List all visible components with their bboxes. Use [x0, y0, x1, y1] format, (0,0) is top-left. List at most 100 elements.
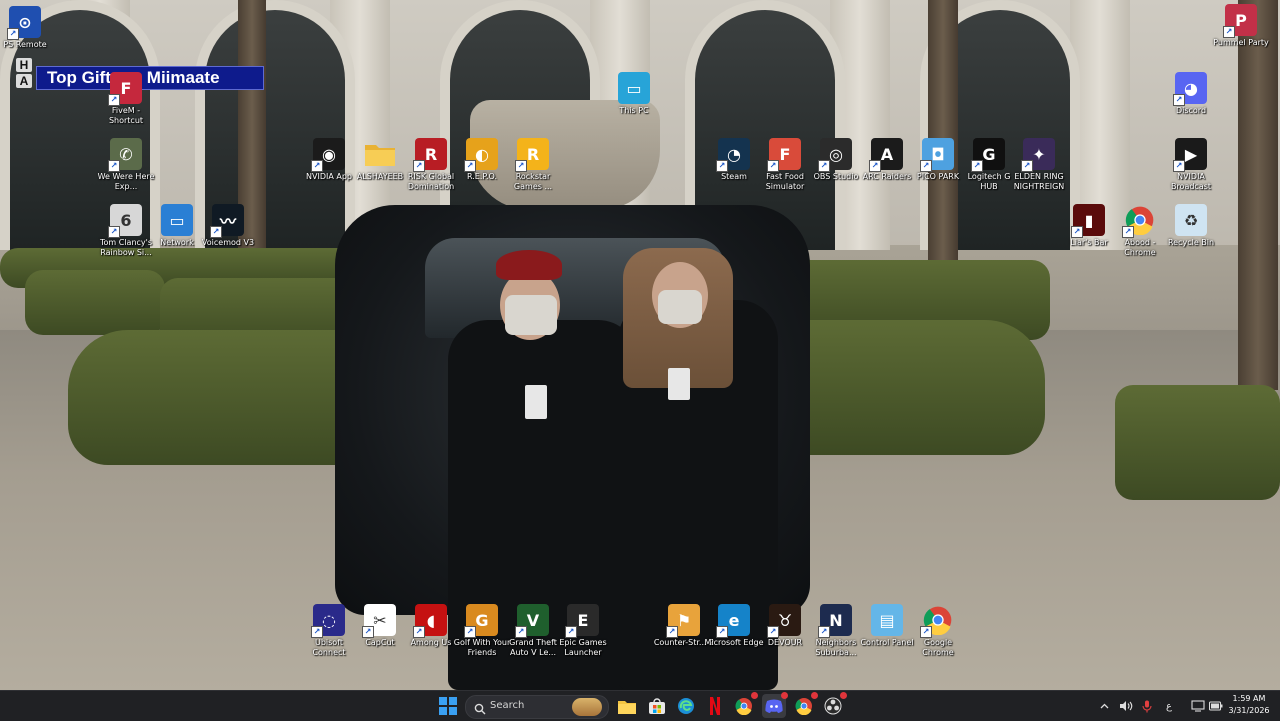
desktop-icon-voicemod[interactable]: 〰 ↗ Voicemod V3 — [197, 204, 259, 248]
edge-icon[interactable] — [674, 694, 698, 718]
desktop-icon-discord[interactable]: ◕ ↗ Discord — [1160, 72, 1222, 116]
desktop-icon-recycle-bin[interactable]: ♻ Recycle Bin — [1160, 204, 1222, 248]
shortcut-arrow-icon: ↗ — [515, 160, 527, 172]
logitech-glyph: G — [982, 144, 996, 164]
chrome-icon: ↗ — [920, 604, 954, 638]
shortcut-arrow-icon: ↗ — [1021, 160, 1033, 172]
desktop-icon-fivem[interactable]: F ↗ FiveM - Shortcut — [95, 72, 157, 126]
desktop-icon-label: Epic Games Launcher — [559, 638, 607, 657]
arc-raiders-icon: A ↗ — [869, 138, 903, 172]
counter-strike-glyph: ⚑ — [676, 610, 692, 630]
desktop-icon-google-chrome[interactable]: ↗ Google Chrome — [907, 604, 969, 658]
search-icon — [474, 700, 486, 719]
repo-icon: ◐ ↗ — [464, 138, 498, 172]
desktop-icon-nvidia-broadcast[interactable]: ▶ ↗ NVIDIA Broadcast — [1160, 138, 1222, 192]
system-clock[interactable]: 1:59 AM 3/31/2026 — [1224, 693, 1274, 717]
volume-icon[interactable] — [1118, 695, 1134, 717]
recycle-bin-icon: ♻ — [1175, 204, 1207, 236]
show-hidden-icons-chevron-icon[interactable] — [1097, 695, 1111, 717]
ps-remote-glyph: ⊙ — [18, 12, 32, 32]
discord-icon[interactable] — [762, 692, 788, 718]
logitech-icon: G ↗ — [971, 138, 1005, 172]
shortcut-arrow-icon: ↗ — [565, 626, 577, 638]
chrome-icon[interactable] — [732, 692, 758, 718]
control-panel-icon: ▤ — [871, 604, 903, 636]
ha-letter-a: A — [16, 74, 32, 88]
obs-icon: ◎ ↗ — [818, 138, 852, 172]
store-icon[interactable] — [645, 694, 669, 718]
taskbar-search-box[interactable]: Search — [465, 695, 609, 719]
risk-glyph: R — [424, 144, 438, 164]
chrome-profile-icon[interactable] — [792, 692, 818, 718]
clock-date: 3/31/2026 — [1228, 706, 1270, 715]
network-glyph: ▭ — [169, 210, 185, 230]
shortcut-arrow-icon: ↗ — [108, 160, 120, 172]
shortcut-arrow-icon: ↗ — [1173, 160, 1185, 172]
neighbors-icon: N ↗ — [818, 604, 852, 638]
gta-v-icon: V ↗ — [515, 604, 549, 638]
risk-icon: R ↗ — [413, 138, 447, 172]
desktop-icon-this-pc[interactable]: ▭ This PC — [603, 72, 665, 116]
capcut-glyph: ✂ — [373, 610, 387, 630]
windows-start-icon[interactable] — [436, 694, 460, 718]
devour-icon: ♉ ↗ — [767, 604, 801, 638]
search-highlight-image — [572, 698, 602, 716]
desktop-icon-label: FiveM - Shortcut — [108, 106, 144, 125]
shortcut-arrow-icon: ↗ — [767, 160, 779, 172]
nvidia-broadcast-glyph: ▶ — [1184, 144, 1198, 164]
elden-ring-icon: ✦ ↗ — [1021, 138, 1055, 172]
desktop-icon-label: Discord — [1175, 106, 1207, 115]
taskbar: Search ع 1:59 AM 3/31/2026 — [0, 690, 1280, 721]
capcut-icon: ✂ ↗ — [362, 604, 396, 638]
notification-badge — [781, 692, 788, 699]
steam-icon: ◔ ↗ — [716, 138, 750, 172]
shortcut-arrow-icon: ↗ — [716, 160, 728, 172]
desktop-icon-label: NVIDIA Broadcast — [1170, 172, 1212, 191]
pummel-party-glyph: P — [1235, 10, 1247, 30]
desktop-icon-label: This PC — [619, 106, 649, 115]
ps-remote-icon: ⊙ ↗ — [7, 6, 41, 40]
desktop-icon-label: Google Chrome — [922, 638, 954, 657]
notification-badge — [751, 692, 758, 699]
display-icon[interactable] — [1190, 695, 1206, 717]
devour-glyph: ♉ — [777, 610, 793, 630]
desktop-icon-we-were-here[interactable]: ✆ ↗ We Were Here Exp... — [95, 138, 157, 192]
obs-glyph: ◎ — [829, 144, 843, 164]
among-us-icon: ◖ ↗ — [413, 604, 447, 638]
obs-icon[interactable] — [821, 692, 847, 718]
shortcut-arrow-icon: ↗ — [1223, 26, 1235, 38]
desktop-icon-label: PS Remote — [3, 40, 47, 49]
desktop-icon-ps-remote[interactable]: ⊙ ↗ PS Remote — [0, 6, 56, 50]
desktop-icon-epic[interactable]: E ↗ Epic Games Launcher — [552, 604, 614, 658]
desktop-icon-rockstar[interactable]: R ↗ Rockstar Games ... — [502, 138, 564, 192]
desktop-icon-elden-ring[interactable]: ✦ ↗ ELDEN RING NIGHTREIGN — [1008, 138, 1070, 192]
edge-glyph: e — [728, 610, 740, 630]
discord-glyph: ◕ — [1184, 78, 1198, 98]
rockstar-glyph: R — [526, 144, 540, 164]
liars-bar-glyph: ▮ — [1084, 210, 1094, 230]
epic-games-glyph: E — [577, 610, 589, 630]
golf-icon: G ↗ — [464, 604, 498, 638]
netflix-icon[interactable] — [703, 694, 727, 718]
shortcut-arrow-icon: ↗ — [818, 626, 830, 638]
counter-strike-icon: ⚑ ↗ — [666, 604, 700, 638]
shortcut-arrow-icon: ↗ — [1173, 94, 1185, 106]
shortcut-arrow-icon: ↗ — [1122, 226, 1134, 238]
ha-letter-h: H — [16, 58, 32, 72]
battery-icon[interactable] — [1208, 695, 1224, 717]
microphone-icon[interactable] — [1140, 695, 1154, 717]
repo-glyph: ◐ — [475, 144, 489, 164]
desktop-icon-label: Recycle Bin — [1167, 238, 1215, 247]
elden-ring-glyph: ✦ — [1032, 144, 1046, 164]
shortcut-arrow-icon: ↗ — [311, 160, 323, 172]
fast-food-icon: F ↗ — [767, 138, 801, 172]
nvidia-glyph: ◉ — [322, 144, 336, 164]
voicemod-icon: 〰 ↗ — [210, 204, 244, 238]
chrome-icon: ↗ — [1122, 204, 1156, 238]
pummel-party-icon: P ↗ — [1223, 4, 1257, 38]
language-indicator[interactable]: ع — [1162, 695, 1176, 717]
desktop-icon-pummel-party[interactable]: P ↗ Pummel Party — [1210, 4, 1272, 48]
file-explorer-icon[interactable] — [615, 694, 639, 718]
desktop-icon-label: ELDEN RING NIGHTREIGN — [1013, 172, 1065, 191]
shortcut-arrow-icon: ↗ — [971, 160, 983, 172]
